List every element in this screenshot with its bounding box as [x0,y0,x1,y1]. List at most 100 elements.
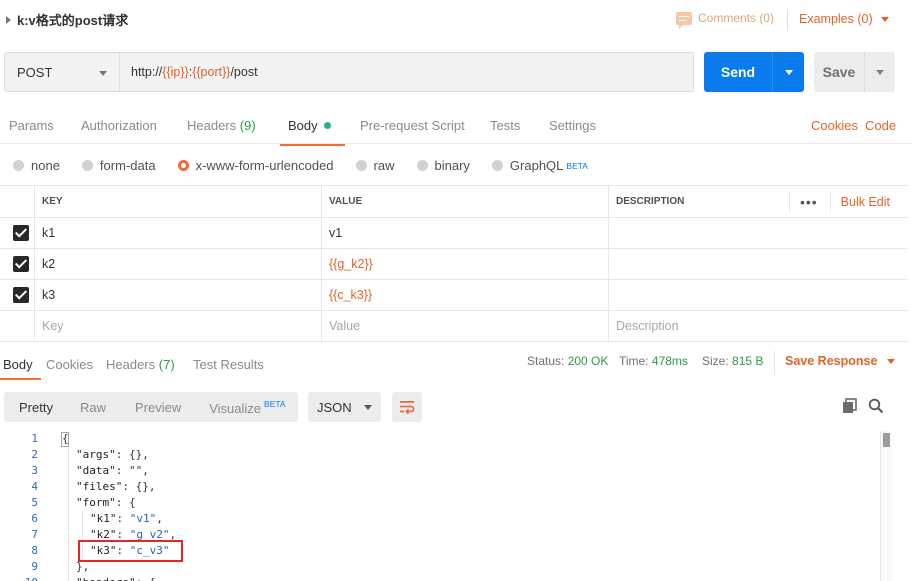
send-options-chevron-icon[interactable] [785,69,793,75]
code-line: 1{ [0,431,890,447]
radio-circle[interactable] [81,160,93,171]
response-tab-headers[interactable]: Headers (7) [106,357,175,372]
format-select[interactable]: JSON [308,392,381,422]
column-header-value: VALUE [321,186,608,217]
json-tail: , [156,512,163,525]
view-preview[interactable]: Preview [135,400,181,415]
line-number: 2 [31,448,38,461]
view-visualize[interactable]: Visualize BETA [209,399,285,416]
response-tab-headers-label: Headers [106,357,156,372]
key-cell[interactable]: k2 [34,249,321,279]
radio-raw-label: raw [373,158,395,173]
url-input[interactable]: http://{{ip}}: {{port}}/post [120,52,694,92]
view-pretty[interactable]: Pretty [19,400,53,415]
save-button[interactable]: Save [814,52,895,92]
body-type-radios: none form-data x-www-form-urlencoded raw… [13,158,610,173]
row-check-cell [0,280,34,310]
radio-circle[interactable] [355,160,367,171]
line-number: 5 [31,496,38,509]
key-cell[interactable]: k3 [34,280,321,310]
radio-circle-selected[interactable] [177,160,189,171]
radio-circle[interactable] [416,160,428,171]
row-check-cell [0,249,34,279]
radio-urlencoded[interactable]: x-www-form-urlencoded [177,158,334,173]
radio-none[interactable]: none [13,158,60,173]
request-name[interactable]: k:v格式的post请求 [17,10,128,29]
value-placeholder[interactable]: Value [321,311,608,341]
radio-circle[interactable] [491,160,503,171]
tab-pre-request-script[interactable]: Pre-request Script [360,118,465,133]
search-icon[interactable] [868,398,884,414]
line-src: "data": "", [76,463,149,479]
status-label: Status: [527,354,565,368]
value-cell[interactable]: v1 [321,218,608,248]
response-tab-body[interactable]: Body [0,357,41,380]
key-cell[interactable]: k1 [34,218,321,248]
save-options-chevron-icon[interactable] [876,69,884,75]
code-link[interactable]: Code [865,118,896,133]
response-tab-cookies[interactable]: Cookies [46,357,93,372]
row-checkbox[interactable] [13,225,29,241]
header-check-cell [0,186,34,217]
radio-form-data-label: form-data [99,158,156,173]
copy-icon[interactable] [842,398,858,414]
line-src: "args": {}, [76,447,149,463]
status-value: 200 OK [567,354,609,368]
request-tabs: Params Authorization Headers (9) Body Pr… [0,108,912,146]
code-line: 5 "form": { [0,495,890,511]
view-raw[interactable]: Raw [80,400,106,415]
tab-params[interactable]: Params [9,118,54,133]
bulk-edit-link[interactable]: Bulk Edit [829,192,908,212]
more-options-icon[interactable]: ••• [788,192,830,212]
code-scrollbar[interactable] [880,431,892,581]
comments-button[interactable]: Comments (0) [676,11,775,29]
send-label[interactable]: Send [704,64,772,80]
send-button[interactable]: Send [704,52,804,92]
tab-headers-count: (9) [239,118,256,133]
expand-caret-icon[interactable] [6,15,11,24]
examples-dropdown[interactable]: Examples (0) [799,12,889,26]
value-cell[interactable]: {{g_k2}} [321,249,608,279]
save-divider [864,52,865,92]
line-src: "form": { [76,495,136,511]
scrollbar-thumb[interactable] [883,433,890,447]
save-label[interactable]: Save [814,64,864,80]
radio-graphql[interactable]: GraphQL BETA [491,158,588,173]
code-line: 10 "headers": { [0,575,890,581]
key-placeholder[interactable]: Key [34,311,321,341]
description-placeholder[interactable]: Description [608,311,908,341]
radio-circle[interactable] [13,160,24,171]
tab-settings[interactable]: Settings [549,118,596,133]
json-rest: : {}, [122,480,156,493]
response-tab-test-results[interactable]: Test Results [193,357,264,372]
cookies-link[interactable]: Cookies [811,118,858,133]
row-checkbox[interactable] [13,287,29,303]
size-label: Size: [702,354,729,368]
json-string: "v1" [129,512,157,525]
row-checkbox[interactable] [13,256,29,272]
tab-tests[interactable]: Tests [490,118,520,133]
comments-label: Comments (0) [698,11,775,25]
tab-authorization[interactable]: Authorization [81,118,157,133]
tab-headers[interactable]: Headers (9) [187,118,256,133]
radio-form-data[interactable]: form-data [81,158,156,173]
save-response-dropdown[interactable]: Save Response [785,354,896,368]
format-value: JSON [317,399,352,415]
value-cell[interactable]: {{c_k3}} [321,280,608,310]
description-cell[interactable] [608,280,908,310]
json-key: "k1" [90,512,117,525]
method-select[interactable]: POST [4,52,120,92]
tab-headers-label: Headers [187,118,237,133]
description-cell[interactable] [608,218,908,248]
body-params-table: KEY VALUE DESCRIPTION ••• Bulk Edit k1 v… [0,185,908,342]
code-line: 3 "data": "", [0,463,890,479]
radio-urlencoded-label: x-www-form-urlencoded [195,158,334,173]
radio-raw[interactable]: raw [355,158,395,173]
radio-binary[interactable]: binary [416,158,470,173]
request-header: k:v格式的post请求 Comments (0) Examples (0) [0,0,912,40]
body-indicator-dot [323,122,331,129]
tab-body[interactable]: Body [280,118,345,146]
wrap-lines-button[interactable] [392,392,422,422]
description-cell[interactable] [608,249,908,279]
request-title[interactable]: k:v格式的post请求 [6,10,128,29]
